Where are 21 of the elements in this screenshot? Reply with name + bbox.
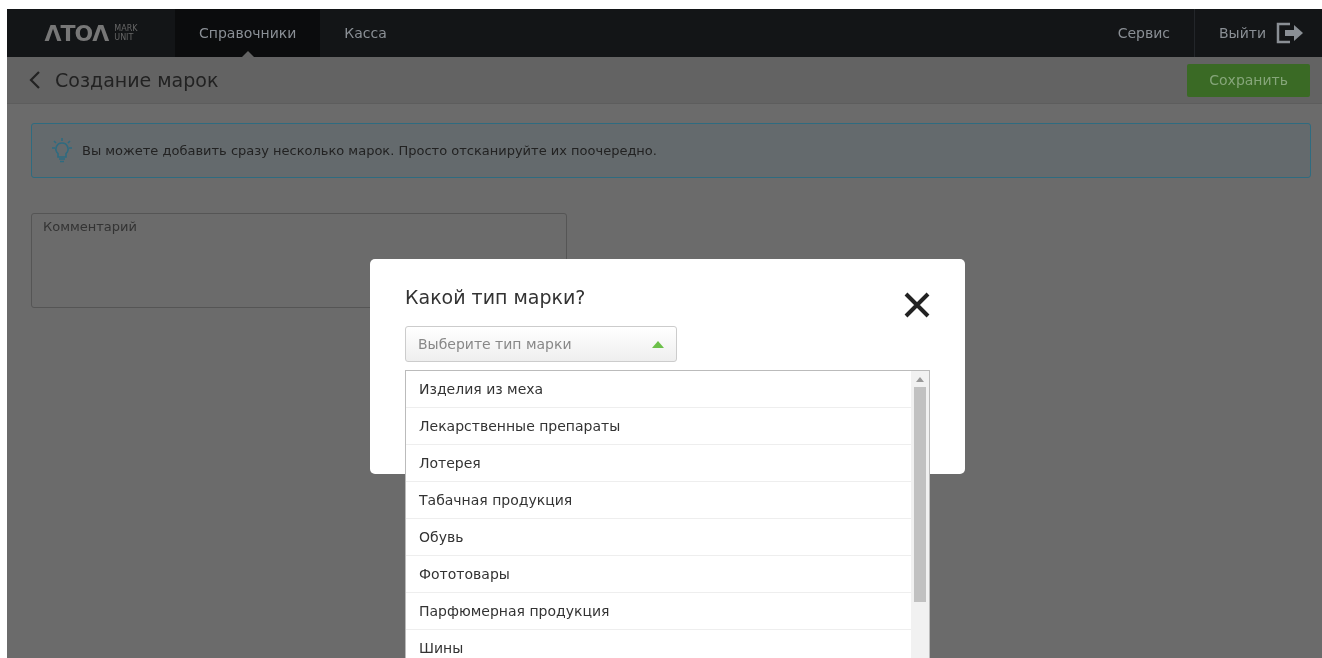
service-link[interactable]: Сервис [1093,9,1194,57]
exit-icon [1276,22,1304,44]
logo-subtitle: MARK UNIT [114,24,138,42]
caret-up-icon [652,341,664,348]
scroll-up-icon[interactable] [915,375,925,383]
close-button[interactable] [903,291,931,319]
scrollbar[interactable] [911,371,929,658]
dropdown-option[interactable]: Обувь [406,519,911,556]
logo: ΛTOΛ [44,19,109,48]
lightbulb-icon [50,137,74,164]
back-icon[interactable] [29,70,41,90]
dropdown-option[interactable]: Лекарственные препараты [406,408,911,445]
dropdown-option[interactable]: Лотерея [406,445,911,482]
dropdown-option[interactable]: Изделия из меха [406,371,911,408]
nav-tab[interactable]: Касса [320,9,411,57]
page-title: Создание марок [55,67,219,93]
dropdown-option[interactable]: Парфюмерная продукция [406,593,911,630]
info-text: Вы можете добавить сразу несколько марок. Просто отсканируйте их поочередно. [82,141,657,160]
dropdown-option[interactable]: Фототовары [406,556,911,593]
dropdown-option[interactable]: Табачная продукция [406,482,911,519]
nav-tab[interactable]: Справочники [175,9,321,57]
